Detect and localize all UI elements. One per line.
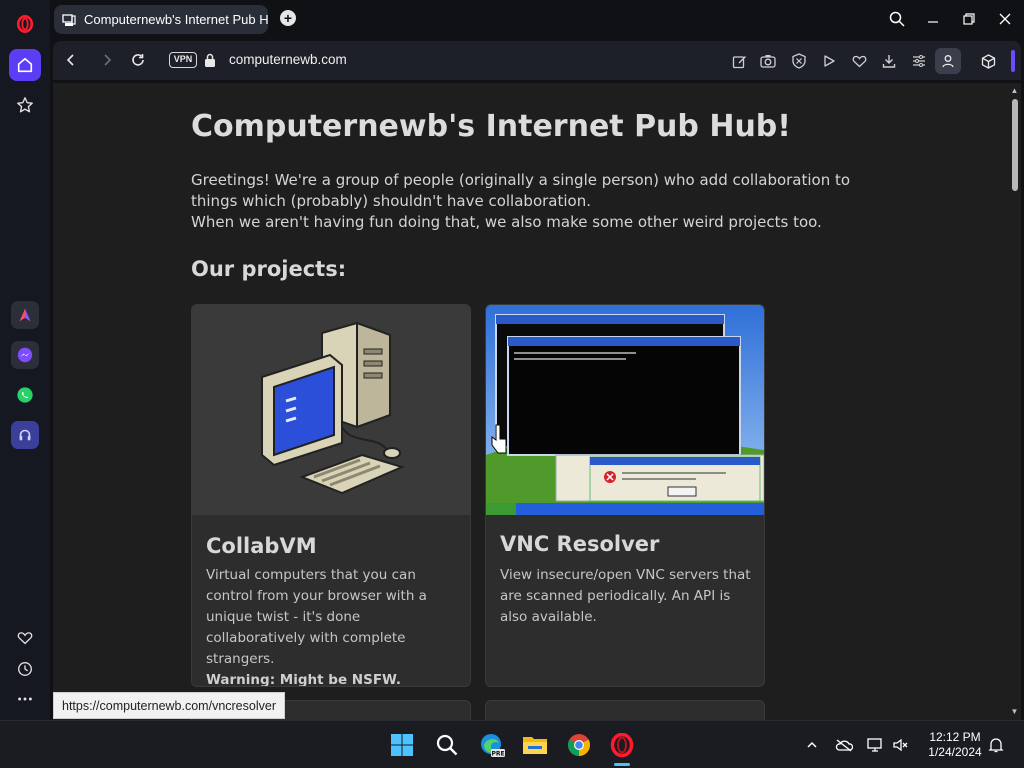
chevron-up-icon[interactable] (802, 735, 822, 755)
file-explorer-icon[interactable] (519, 729, 551, 761)
chrome-icon[interactable] (563, 729, 595, 761)
messenger-icon[interactable] (11, 341, 39, 369)
minimize-icon[interactable] (922, 8, 944, 30)
edge-beta-icon[interactable]: PRE (476, 729, 508, 761)
easy-setup-icon[interactable] (909, 51, 929, 71)
page-title: Computernewb's Internet Pub Hub! (191, 109, 791, 144)
address-toolbar: VPN computernewb.com (53, 41, 1021, 80)
back-icon[interactable] (61, 50, 81, 70)
windows-start-icon[interactable] (386, 729, 418, 761)
intro-text: Greetings! We're a group of people (orig… (191, 170, 881, 233)
card-title[interactable]: CollabVM (206, 534, 317, 558)
project-card-partial[interactable] (485, 700, 765, 720)
clock-date: 1/24/2024 (928, 745, 982, 759)
system-clock[interactable]: 12:12 PM 1/24/2024 (918, 730, 992, 760)
clock-time: 12:12 PM (929, 730, 981, 744)
project-card-vnc-resolver[interactable]: VNC Resolver View insecure/open VNC serv… (485, 304, 765, 687)
browser-tab[interactable]: Computernewb's Internet Pub Hub! (54, 5, 268, 34)
play-icon[interactable] (819, 51, 839, 71)
opera-logo-icon[interactable] (9, 8, 41, 40)
search-tabs-icon[interactable] (886, 8, 908, 30)
tab-title: Computernewb's Internet Pub Hub! (84, 12, 268, 27)
scroll-down-icon[interactable]: ▼ (1010, 707, 1019, 716)
card-description: View insecure/open VNC servers that are … (500, 567, 751, 625)
history-icon[interactable] (9, 653, 41, 685)
opera-icon[interactable] (606, 729, 638, 761)
windows-taskbar: PRE 12:12 PM 1/24/2024 (0, 720, 1024, 768)
close-icon[interactable] (994, 8, 1016, 30)
active-app-indicator (614, 763, 630, 766)
heart-toolbar-icon[interactable] (849, 51, 869, 71)
url-field[interactable]: computernewb.com (229, 52, 347, 67)
opera-sidebar (0, 0, 50, 720)
onedrive-icon[interactable] (834, 735, 854, 755)
svg-text:PRE: PRE (491, 751, 504, 758)
project-card-collabvm[interactable]: CollabVM Virtual computers that you can … (191, 304, 471, 687)
tab-strip: Computernewb's Internet Pub Hub! + (50, 0, 1024, 38)
star-icon[interactable] (9, 89, 41, 121)
card-title[interactable]: VNC Resolver (500, 532, 659, 556)
card-description: Virtual computers that you can control f… (206, 565, 458, 687)
intro-line-1: Greetings! We're a group of people (orig… (191, 171, 851, 210)
site-favicon-icon (62, 13, 76, 26)
link-status-url: https://computernewb.com/vncresolver (53, 692, 285, 719)
network-icon[interactable] (866, 735, 886, 755)
screen: Computernewb's Internet Pub Hub! + VPN c… (0, 0, 1024, 768)
reload-icon[interactable] (128, 50, 148, 70)
aria-icon[interactable] (11, 301, 39, 329)
projects-heading: Our projects: (191, 257, 347, 281)
card-warning: Warning: Might be NSFW. (206, 672, 401, 687)
retro-computer-illustration[interactable] (192, 305, 470, 515)
shield-icon[interactable] (789, 51, 809, 71)
windows-xp-screenshot[interactable] (486, 305, 764, 515)
search-icon[interactable] (431, 729, 463, 761)
page-scrollbar[interactable]: ▲ ▼ (1008, 83, 1021, 720)
home-icon[interactable] (9, 49, 41, 81)
camera-icon[interactable] (758, 51, 778, 71)
whatsapp-icon[interactable] (11, 381, 39, 409)
extensions-icon[interactable] (978, 51, 998, 71)
heart-icon[interactable] (9, 622, 41, 654)
restore-icon[interactable] (958, 8, 980, 30)
scroll-up-icon[interactable]: ▲ (1010, 86, 1019, 95)
more-icon[interactable] (9, 683, 41, 715)
profile-icon[interactable] (935, 48, 961, 74)
new-tab-button[interactable]: + (280, 10, 296, 26)
scroll-thumb[interactable] (1012, 99, 1018, 191)
forward-icon[interactable] (97, 50, 117, 70)
vpn-badge[interactable]: VPN (169, 52, 197, 68)
notification-bell-icon[interactable] (986, 735, 1006, 755)
download-icon[interactable] (879, 51, 899, 71)
page-viewport: Computernewb's Internet Pub Hub! Greetin… (53, 83, 1008, 720)
volume-muted-icon[interactable] (891, 735, 911, 755)
card-description-text: Virtual computers that you can control f… (206, 567, 427, 667)
lock-icon[interactable] (204, 53, 216, 67)
intro-line-2: When we aren't having fun doing that, we… (191, 213, 822, 231)
edit-icon[interactable] (729, 51, 749, 71)
sidebar-toggle[interactable] (1011, 50, 1015, 72)
music-player-icon[interactable] (11, 421, 39, 449)
